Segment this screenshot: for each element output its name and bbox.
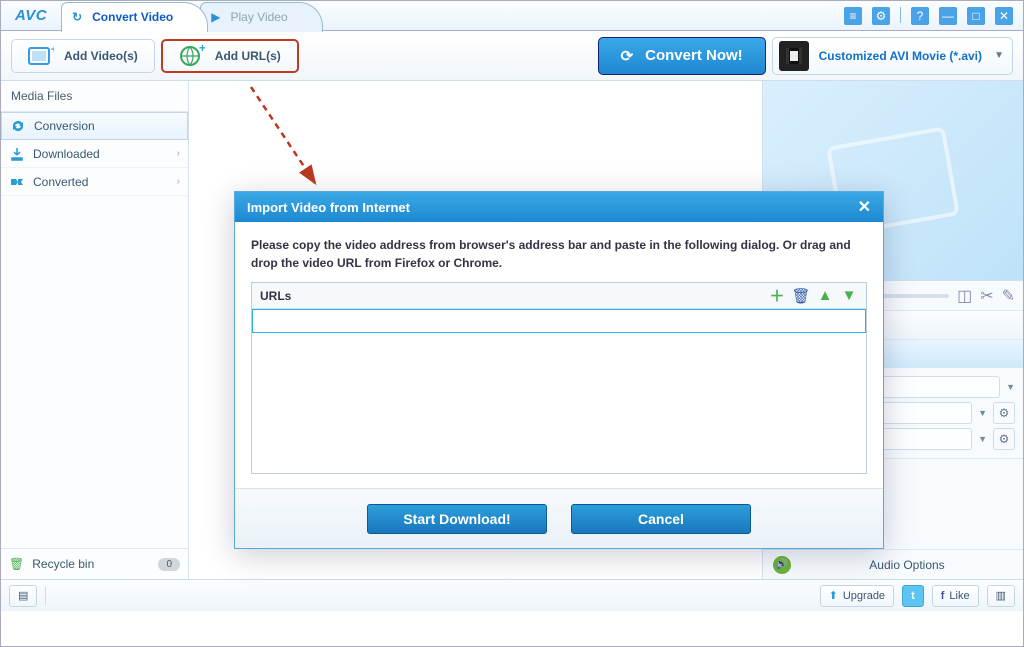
dialog-message: Please copy the video address from brows…	[251, 236, 867, 272]
output-format-dropdown[interactable]: Customized AVI Movie (*.avi) ▼	[772, 37, 1013, 75]
recycle-label: Recycle bin	[32, 557, 94, 571]
separator	[900, 7, 901, 23]
scissors-icon[interactable]: ✂	[980, 286, 993, 306]
recycle-bin[interactable]: 🗑 Recycle bin 0	[1, 549, 188, 579]
speaker-icon: 🔊	[773, 556, 791, 574]
gear-icon[interactable]: ⚙	[993, 428, 1015, 450]
convert-now-button[interactable]: ⟳ Convert Now!	[598, 37, 766, 75]
upgrade-label: Upgrade	[843, 590, 885, 602]
facebook-like-button[interactable]: f Like	[932, 585, 979, 607]
add-url-button[interactable]: + Add URL(s)	[161, 39, 299, 73]
chevron-right-icon: ›	[177, 148, 180, 159]
tab-convert-video[interactable]: ↻ Convert Video	[61, 2, 208, 32]
panel-toggle-right[interactable]: ▥	[987, 585, 1015, 607]
minimize-icon[interactable]: —	[939, 7, 957, 25]
add-video-button[interactable]: + Add Video(s)	[11, 39, 155, 73]
url-input[interactable]	[252, 309, 866, 333]
chevron-down-icon: ▼	[978, 408, 987, 418]
sidebar-item-downloaded[interactable]: Downloaded ›	[1, 140, 188, 168]
start-download-button[interactable]: Start Download!	[367, 504, 547, 534]
sidebar: Media Files Conversion Downloaded › Conv…	[1, 81, 189, 579]
close-icon[interactable]: ✕	[995, 7, 1013, 25]
svg-text:+: +	[51, 45, 54, 56]
like-label: Like	[949, 590, 969, 602]
arrow-down-icon[interactable]: ▼	[840, 287, 858, 305]
urls-label: URLs	[260, 289, 291, 303]
audio-label: Audio Options	[801, 558, 1013, 572]
upgrade-button[interactable]: ⬆ Upgrade	[820, 585, 894, 607]
button-label: Convert Now!	[645, 47, 743, 64]
maximize-icon[interactable]: □	[967, 7, 985, 25]
svg-text:+: +	[199, 43, 205, 55]
sync-icon: ⟳	[621, 47, 634, 65]
tab-label: Play Video	[231, 10, 288, 24]
main-toolbar: + Add Video(s) + Add URL(s) ⟳ Convert No…	[1, 31, 1023, 81]
conversion-icon	[10, 118, 26, 134]
app-logo: AVC	[1, 7, 61, 24]
film-icon	[779, 41, 809, 71]
sidebar-item-label: Downloaded	[33, 147, 100, 161]
panel-toggle-left[interactable]: ▤	[9, 585, 37, 607]
import-url-dialog: Import Video from Internet ✕ Please copy…	[234, 191, 884, 549]
close-icon[interactable]: ✕	[858, 197, 871, 217]
button-label: Add URL(s)	[215, 49, 281, 63]
url-box: URLs ＋ 🗑 ▲ ▼	[251, 282, 867, 474]
crop-icon[interactable]: ◫	[957, 286, 972, 306]
recycle-count: 0	[158, 558, 180, 571]
help-icon[interactable]: ?	[911, 7, 929, 25]
status-bar: ▤ ⬆ Upgrade t f Like ▥	[1, 579, 1023, 611]
arrow-up-icon[interactable]: ▲	[816, 287, 834, 305]
converted-icon	[9, 174, 25, 190]
gear-icon[interactable]: ⚙	[872, 7, 890, 25]
gear-icon[interactable]: ⚙	[993, 402, 1015, 424]
chevron-down-icon: ▼	[994, 50, 1004, 61]
globe-plus-icon: +	[179, 43, 205, 69]
audio-options-row[interactable]: 🔊 Audio Options	[763, 549, 1023, 579]
download-icon	[9, 146, 25, 162]
sidebar-item-conversion[interactable]: Conversion	[1, 112, 188, 140]
video-plus-icon: +	[28, 43, 54, 69]
url-list	[252, 333, 866, 473]
play-icon: ▶	[211, 10, 220, 24]
tab-play-video[interactable]: ▶ Play Video	[200, 2, 322, 32]
format-label: Customized AVI Movie (*.avi)	[819, 49, 982, 63]
sidebar-item-label: Converted	[33, 175, 88, 189]
chevron-down-icon: ▼	[978, 434, 987, 444]
dialog-titlebar[interactable]: Import Video from Internet ✕	[235, 192, 883, 222]
chevron-right-icon: ›	[177, 176, 180, 187]
menu-icon[interactable]: ≡	[844, 7, 862, 25]
add-icon[interactable]: ＋	[768, 287, 786, 305]
cancel-button[interactable]: Cancel	[571, 504, 751, 534]
facebook-icon: f	[941, 590, 945, 602]
trash-icon[interactable]: 🗑	[792, 287, 810, 305]
dialog-title: Import Video from Internet	[247, 200, 410, 215]
titlebar: AVC ↻ Convert Video ▶ Play Video ≡ ⚙ ? —…	[1, 1, 1023, 31]
button-label: Add Video(s)	[64, 49, 138, 63]
sidebar-header: Media Files	[1, 81, 188, 112]
sidebar-item-converted[interactable]: Converted ›	[1, 168, 188, 196]
twitter-button[interactable]: t	[902, 585, 924, 607]
upload-icon: ⬆	[829, 589, 838, 602]
refresh-icon: ↻	[72, 10, 82, 24]
trash-icon: 🗑	[9, 557, 24, 571]
chevron-down-icon: ▼	[1006, 382, 1015, 392]
wand-icon[interactable]: ✎	[1002, 286, 1015, 306]
tab-label: Convert Video	[92, 10, 173, 24]
sidebar-item-label: Conversion	[34, 119, 95, 133]
window-controls: ≡ ⚙ ? — □ ✕	[844, 7, 1023, 25]
